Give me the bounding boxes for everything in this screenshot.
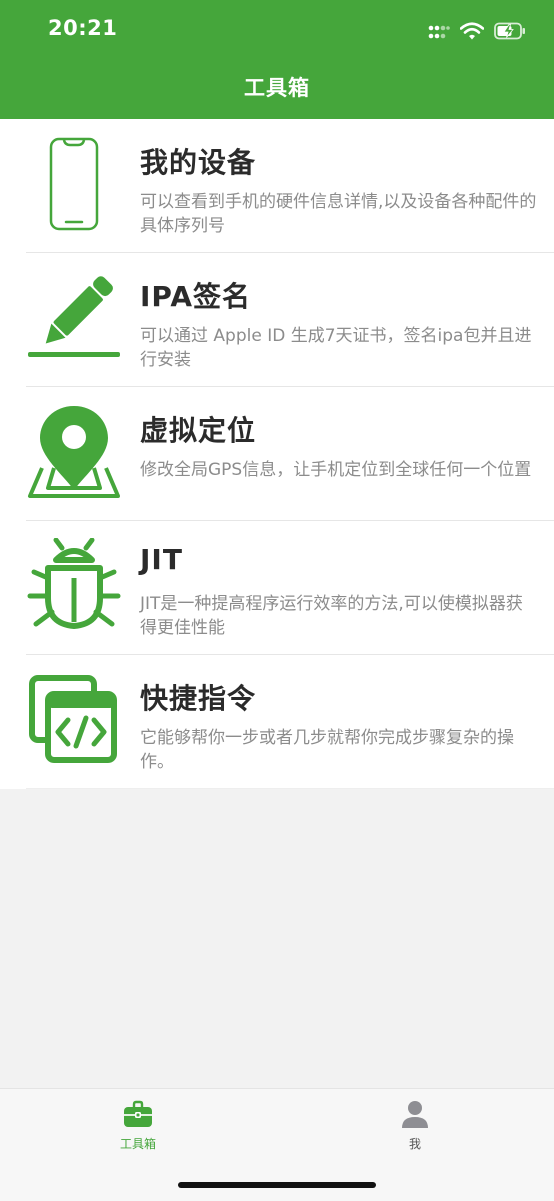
pencil-icon <box>28 276 120 357</box>
app-header: 20:21 工具箱 <box>0 0 554 119</box>
item-description: 修改全局GPS信息，让手机定位到全球任何一个位置 <box>140 460 532 480</box>
list-item-jit[interactable]: JIT JIT是一种提高程序运行效率的方法,可以使模拟器获得更佳性能 <box>26 521 554 655</box>
item-title: JIT <box>140 543 183 576</box>
code-window-icon <box>29 675 117 763</box>
phone-icon <box>49 137 99 231</box>
list-item-virtual-location[interactable]: 虚拟定位 修改全局GPS信息，让手机定位到全球任何一个位置 <box>26 387 554 521</box>
list-item-ipa-sign[interactable]: IPA签名 可以通过 Apple ID 生成7天证书，签名ipa包并且进行安装 <box>26 253 554 387</box>
user-icon <box>402 1101 428 1128</box>
list-item-my-device[interactable]: 我的设备 可以查看到手机的硬件信息详情,以及设备各种配件的具体序列号 <box>26 119 554 253</box>
toolbox-icon <box>124 1100 152 1127</box>
status-time: 20:21 <box>48 16 118 40</box>
tool-list: 我的设备 可以查看到手机的硬件信息详情,以及设备各种配件的具体序列号 IPA签名… <box>0 119 554 789</box>
battery-charging-icon <box>494 22 525 40</box>
item-description: 可以通过 Apple ID 生成7天证书，签名ipa包并且进行安装 <box>140 326 532 370</box>
page-title: 工具箱 <box>244 76 310 100</box>
item-title: 虚拟定位 <box>140 414 257 447</box>
item-title: IPA签名 <box>140 280 252 313</box>
cellular-signal-icon <box>428 25 450 39</box>
tab-label: 工具箱 <box>119 1137 156 1151</box>
item-description: 它能够帮你一步或者几步就帮你完成步骤复杂的操作。 <box>140 728 514 772</box>
item-title: 快捷指令 <box>140 682 257 715</box>
item-title: 我的设备 <box>140 146 257 179</box>
item-description: 可以查看到手机的硬件信息详情,以及设备各种配件的具体序列号 <box>140 192 537 236</box>
tab-me[interactable]: 我 <box>355 1099 475 1159</box>
tab-label: 我 <box>408 1137 421 1151</box>
status-icons <box>428 18 526 44</box>
item-description: JIT是一种提高程序运行效率的方法,可以使模拟器获得更佳性能 <box>140 594 523 638</box>
tab-toolbox[interactable]: 工具箱 <box>78 1099 198 1159</box>
home-indicator <box>178 1182 376 1188</box>
list-item-shortcuts[interactable]: 快捷指令 它能够帮你一步或者几步就帮你完成步骤复杂的操作。 <box>26 655 554 789</box>
wifi-icon <box>460 22 484 40</box>
bug-icon <box>27 538 121 629</box>
map-pin-icon <box>28 406 120 498</box>
